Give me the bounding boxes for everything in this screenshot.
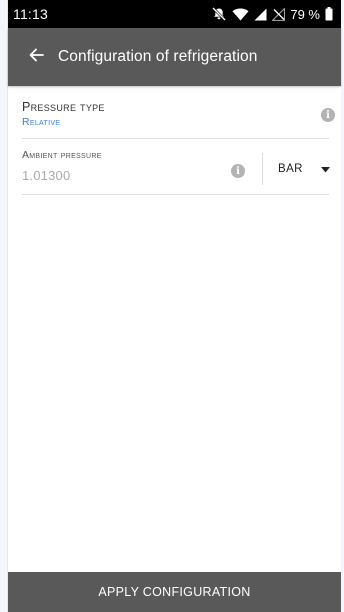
pressure-type-value: Relative	[22, 116, 61, 128]
pressure-type-label: Pressure type	[22, 100, 105, 114]
unit-dropdown[interactable]: BAR	[272, 155, 334, 183]
wifi-icon	[232, 8, 249, 21]
status-bar: 11:13 79 %	[8, 0, 341, 28]
device-frame-left	[0, 0, 8, 612]
unit-selected-value: BAR	[278, 163, 303, 175]
no-signal-icon	[272, 7, 286, 21]
ambient-pressure-row: Ambient pressure 1.01300 i BAR	[22, 139, 330, 195]
caret-down-icon	[321, 160, 330, 178]
apply-configuration-button[interactable]: APPLY CONFIGURATION	[8, 572, 341, 612]
info-icon[interactable]: i	[231, 164, 245, 178]
battery-icon	[325, 7, 333, 21]
signal-icon	[254, 8, 267, 21]
info-icon[interactable]: i	[321, 108, 335, 122]
app-bar: Configuration of refrigeration	[8, 28, 341, 86]
battery-percent: 79 %	[290, 6, 320, 22]
page-title: Configuration of refrigeration	[58, 48, 258, 65]
ambient-pressure-label: Ambient pressure	[22, 149, 102, 161]
back-button[interactable]	[22, 43, 50, 71]
status-icons: 79 %	[211, 7, 333, 22]
bell-muted-icon	[211, 7, 227, 21]
ambient-pressure-input[interactable]: 1.01300	[22, 168, 70, 183]
divider	[262, 153, 263, 185]
app-screen: 11:13 79 % Configuration of refrigeratio…	[8, 0, 341, 612]
status-time: 11:13	[13, 6, 48, 22]
arrow-left-icon	[28, 47, 44, 68]
pressure-type-row[interactable]: Pressure type Relative i	[22, 86, 335, 139]
